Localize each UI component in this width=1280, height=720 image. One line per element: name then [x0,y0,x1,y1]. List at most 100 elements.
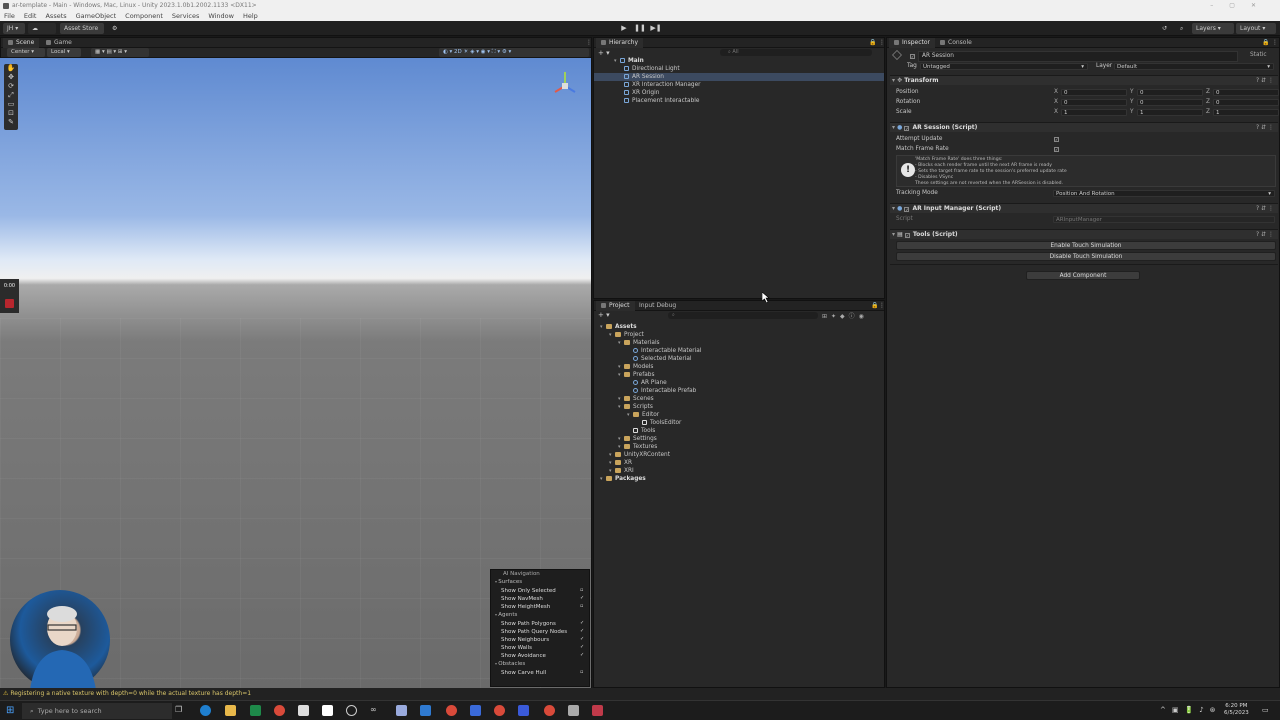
project-search-input[interactable]: ⌕ [668,312,818,319]
menu-item-services[interactable]: Services [172,12,199,20]
search-icon[interactable]: ⌕ [1176,23,1188,34]
project-filter-icons[interactable]: ⊞✦◆ⓘ◉ [822,311,868,320]
pause-button[interactable]: ❚❚ [633,23,647,34]
project-tree-item[interactable]: ▾ XRI [594,467,884,475]
window-controls[interactable]: –▢✕ [1210,0,1272,11]
project-tree-item[interactable]: AR Plane [594,379,884,387]
transform-scale-x-field[interactable]: 1 [1061,109,1127,116]
tab-input-debug[interactable]: Input Debug [634,301,681,311]
component-menu-icons[interactable]: ? ⇵ ⋮ [1256,76,1274,86]
recorder-app-icon[interactable] [592,705,603,716]
ar-session-header[interactable]: ▾ ● ✓ AR Session (Script) ? ⇵ ⋮ [890,122,1278,132]
ai-nav-option[interactable]: Show Path Query Nodes ✓ [501,628,589,636]
project-tree-item[interactable]: ▾ Packages [594,475,884,483]
ai-nav-option[interactable]: Show Neighbours ✓ [501,636,589,644]
play-button[interactable]: ▶ [617,23,631,34]
project-tree-item[interactable]: ▾ UnityXRContent [594,451,884,459]
project-tree-item[interactable]: Selected Material [594,355,884,363]
asset-store-button[interactable]: Asset Store ▾ [60,23,104,43]
account-button[interactable]: JH ▾ [3,23,25,34]
ai-nav-option[interactable]: Show Carve Hull ▫ [501,669,589,677]
option-checkbox[interactable]: ▫ [580,588,585,593]
menu-item-component[interactable]: Component [125,12,163,20]
option-checkbox[interactable]: ✓ [580,645,585,650]
collab-icon[interactable]: ⚙ [108,23,118,34]
add-component-button[interactable]: Add Component [1026,271,1140,280]
option-checkbox[interactable]: ✓ [580,629,585,634]
static-toggle[interactable]: Static [1250,51,1267,60]
menu-item-gameobject[interactable]: GameObject [76,12,117,20]
option-checkbox[interactable]: ✓ [580,596,585,601]
option-checkbox[interactable]: ✓ [580,653,585,658]
tab-inspector[interactable]: Inspector [889,38,935,48]
project-tree-item[interactable]: ▾ Editor [594,411,884,419]
project-tree-item[interactable]: ▾ Models [594,363,884,371]
link-icon[interactable]: ∞ [370,705,381,716]
project-tree-item[interactable]: Interactable Material [594,347,884,355]
option-checkbox[interactable]: ✓ [580,621,585,626]
transform-rotation-z-field[interactable]: 0 [1213,99,1279,106]
ai-nav-option[interactable]: Show NavMesh ✓ [501,595,589,603]
project-tree-item[interactable]: ▾ Assets [594,323,884,331]
project-tree-item[interactable]: ▾ Settings [594,435,884,443]
project-tree-item[interactable]: ▾ Project [594,331,884,339]
notepad-icon[interactable] [322,705,333,716]
match-frame-rate-checkbox[interactable]: ✓ [1054,147,1059,152]
enable-touch-simulation-button[interactable]: Enable Touch Simulation [896,241,1276,250]
grid-snap-controls[interactable]: ▦ ▾ ▤ ▾ ⊞ ▾ [91,48,149,57]
menu-item-file[interactable]: File [4,12,15,20]
xbox-icon[interactable] [250,705,261,716]
task-view-icon[interactable]: ❐ [175,705,186,716]
app-icon[interactable] [518,705,529,716]
project-tree-item[interactable]: Interactable Prefab [594,387,884,395]
project-tree-item[interactable]: ▾ XR [594,459,884,467]
layout-dropdown[interactable]: Layout ▾ [1236,23,1276,34]
status-bar[interactable]: ⚠ Registering a native texture with dept… [0,688,1280,700]
layer-dropdown[interactable]: Default ▾ [1114,63,1274,70]
tab-game[interactable]: Game [41,38,77,48]
tag-dropdown[interactable]: Untagged ▾ [920,63,1088,70]
ar-input-manager-header[interactable]: ▾ ● ✓ AR Input Manager (Script) ? ⇵ ⋮ [890,203,1278,213]
hierarchy-item[interactable]: XR Origin [594,89,884,97]
ai-nav-option[interactable]: Show Avoidance ✓ [501,652,589,660]
tab-scene[interactable]: Scene [3,38,40,48]
menu-item-help[interactable]: Help [243,12,258,20]
option-checkbox[interactable]: ▫ [580,670,585,675]
project-tree-item[interactable]: ▾ Scenes [594,395,884,403]
hierarchy-item[interactable]: XR Interaction Manager [594,81,884,89]
hierarchy-scene-row[interactable]: ▾ Main [594,57,884,65]
tools-header[interactable]: ▾ ▤ ✓ Tools (Script) ? ⇵ ⋮ [890,229,1278,239]
hierarchy-item[interactable]: AR Session [594,73,884,81]
transform-position-z-field[interactable]: 0 [1213,89,1279,96]
scene-view-options[interactable]: ◐ ▾ 2D ☀ ◈ ▾ ◉ ▾ ⛶ ▾ ⚙ ▾ [439,48,589,57]
tools-enabled-checkbox[interactable]: ✓ [904,232,910,238]
transform-position-x-field[interactable]: 0 [1061,89,1127,96]
gameobject-name-field[interactable]: AR Session [918,51,1238,62]
create-asset-button[interactable]: + ▾ [598,311,610,319]
edge-icon[interactable] [200,705,211,716]
record-button[interactable] [5,299,14,308]
system-tray-icons[interactable]: ^▣🔋♪⊛ [1160,706,1222,714]
attempt-update-checkbox[interactable]: ✓ [1054,137,1059,142]
taskbar-search-input[interactable]: ⌕ Type here to search [22,703,172,719]
cloud-button[interactable]: ☁ [28,23,56,34]
vscode-icon[interactable] [420,705,431,716]
tracking-mode-dropdown[interactable]: Position And Rotation ▾ [1053,190,1275,197]
chrome-icon[interactable] [544,705,555,716]
transform-scale-z-field[interactable]: 1 [1213,109,1279,116]
ai-nav-section-header[interactable]: ▾ Agents [495,611,517,619]
tab-console[interactable]: Console [935,38,977,48]
hierarchy-item[interactable]: Placement Interactable [594,97,884,105]
chrome-icon[interactable] [274,705,285,716]
project-tree-item[interactable]: ▾ Prefabs [594,371,884,379]
ar-input-enabled-checkbox[interactable]: ✓ [904,206,910,212]
layers-dropdown[interactable]: Layers ▾ [1192,23,1234,34]
app-icon[interactable] [568,705,579,716]
project-tree-item[interactable]: ▾ Textures [594,443,884,451]
transform-scale-y-field[interactable]: 1 [1137,109,1203,116]
transform-rotation-x-field[interactable]: 0 [1061,99,1127,106]
ar-session-enabled-checkbox[interactable]: ✓ [904,125,910,131]
menu-item-window[interactable]: Window [208,12,234,20]
transform-rotation-y-field[interactable]: 0 [1137,99,1203,106]
option-checkbox[interactable]: ▫ [580,604,585,609]
